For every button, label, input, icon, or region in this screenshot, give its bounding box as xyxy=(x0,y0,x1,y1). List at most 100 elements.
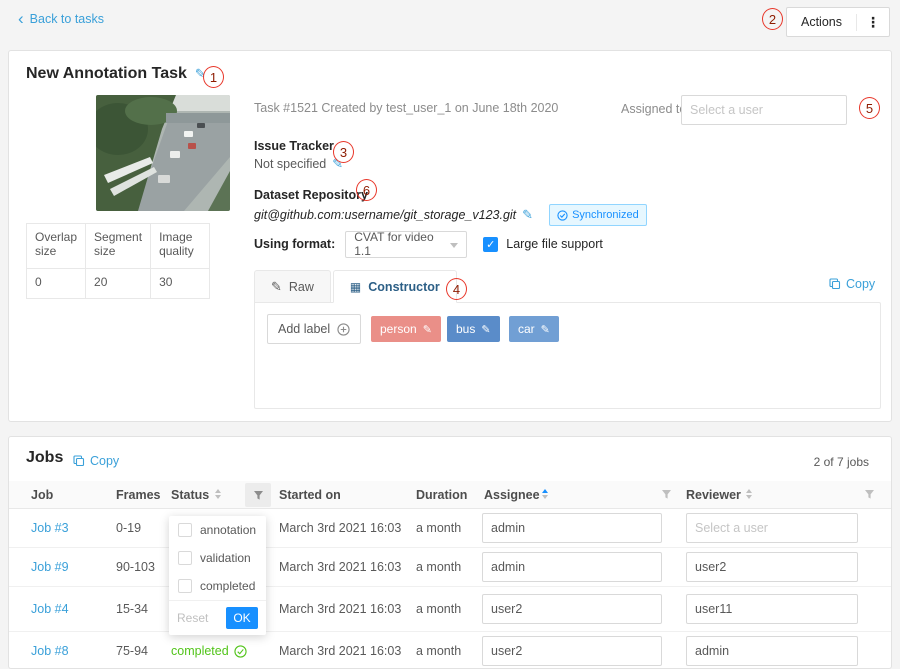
status-filter-button[interactable] xyxy=(245,483,271,507)
validation-checkbox-label: validation xyxy=(200,551,251,565)
column-reviewer: Reviewer xyxy=(686,488,741,502)
issue-tracker-value: Not specified xyxy=(254,157,326,171)
task-params-table: Overlap size Segment size Image quality … xyxy=(26,223,210,299)
copy-icon xyxy=(73,455,85,467)
annotation-checkbox[interactable] xyxy=(178,523,192,537)
job-8-status: completed xyxy=(171,644,247,658)
job-3-reviewer-input[interactable] xyxy=(686,513,858,543)
validation-checkbox[interactable] xyxy=(178,551,192,565)
job-3-link[interactable]: Job #3 xyxy=(31,521,69,535)
job-8-reviewer-input[interactable] xyxy=(686,636,858,666)
task-details-card: New Annotation Task ✎ Overlap size Segme… xyxy=(8,50,892,422)
large-file-support-checkbox[interactable]: ✓ xyxy=(483,237,498,252)
edit-label-person-icon[interactable]: ✎ xyxy=(423,323,432,336)
job-9-duration: a month xyxy=(416,560,461,574)
annotation-marker-1: 1 xyxy=(203,66,224,88)
job-4-duration: a month xyxy=(416,602,461,616)
label-chip-person-name: person xyxy=(380,322,417,336)
job-8-link[interactable]: Job #8 xyxy=(31,644,69,658)
job-9-reviewer-input[interactable] xyxy=(686,552,858,582)
chevron-down-icon xyxy=(450,243,458,248)
task-thumbnail xyxy=(96,95,230,211)
marker-number: 5 xyxy=(866,101,873,116)
edit-label-car-icon[interactable]: ✎ xyxy=(541,323,550,336)
tab-raw[interactable]: ✎ Raw xyxy=(254,270,331,303)
dataset-repository-url: git@github.com:username/git_storage_v123… xyxy=(254,208,516,222)
column-assignee: Assignee xyxy=(484,488,540,502)
using-format-label: Using format: xyxy=(254,237,335,251)
label-chip-car[interactable]: car ✎ xyxy=(509,316,559,342)
filter-funnel-icon xyxy=(864,489,875,500)
reviewer-sort-button[interactable] xyxy=(746,489,752,499)
assignee-sort-button[interactable] xyxy=(542,489,548,499)
edit-label-bus-icon[interactable]: ✎ xyxy=(481,323,490,336)
sync-check-icon xyxy=(557,210,568,221)
param-header-segment: Segment size xyxy=(86,224,151,269)
job-row-3: Job #4 15-34 March 3rd 2021 16:03 a mont… xyxy=(9,587,891,632)
completed-checkbox[interactable] xyxy=(178,579,192,593)
job-9-started: March 3rd 2021 16:03 xyxy=(279,560,401,574)
thumbnail-image xyxy=(96,95,230,211)
jobs-card: Jobs Copy 2 of 7 jobs Job Frames Status … xyxy=(8,436,892,669)
add-label-button[interactable]: Add label xyxy=(267,314,361,344)
job-8-assignee-input[interactable] xyxy=(482,636,662,666)
add-label-button-label: Add label xyxy=(278,322,330,336)
assigned-to-input[interactable] xyxy=(681,95,847,125)
annotation-marker-6: 6 xyxy=(356,179,377,201)
job-4-reviewer-input[interactable] xyxy=(686,594,858,624)
param-header-overlap: Overlap size xyxy=(27,224,86,269)
filter-ok-button[interactable]: OK xyxy=(226,607,258,629)
completed-checkbox-label: completed xyxy=(200,579,255,593)
column-frames: Frames xyxy=(116,488,160,502)
job-3-frames: 0-19 xyxy=(116,521,141,535)
issue-tracker-label: Issue Tracker xyxy=(254,139,334,153)
annotation-checkbox-label: annotation xyxy=(200,523,256,537)
back-to-tasks-link[interactable]: ‹ Back to tasks xyxy=(18,12,104,26)
column-duration: Duration xyxy=(416,488,467,502)
param-header-quality: Image quality xyxy=(151,224,210,269)
reviewer-filter-button[interactable] xyxy=(864,489,875,500)
back-to-tasks-label: Back to tasks xyxy=(30,12,104,26)
edit-repository-icon[interactable]: ✎ xyxy=(522,207,533,223)
kebab-menu-icon[interactable]: ⋮ xyxy=(856,14,889,31)
job-4-assignee-input[interactable] xyxy=(482,594,662,624)
job-3-assignee-input[interactable] xyxy=(482,513,662,543)
filter-reset-button[interactable]: Reset xyxy=(177,611,208,625)
column-started: Started on xyxy=(279,488,341,502)
raw-tab-label: Raw xyxy=(289,280,314,294)
labels-copy-label: Copy xyxy=(846,277,875,291)
chevron-left-icon: ‹ xyxy=(18,13,24,25)
job-9-link[interactable]: Job #9 xyxy=(31,560,69,574)
labels-copy-button[interactable]: Copy xyxy=(829,277,875,291)
constructor-tab-icon: ▦ xyxy=(350,280,361,294)
job-8-frames: 75-94 xyxy=(116,644,148,658)
actions-button[interactable]: Actions ⋮ xyxy=(786,7,890,37)
label-chip-bus-name: bus xyxy=(456,322,475,336)
annotation-marker-4: 4 xyxy=(446,278,467,300)
job-9-frames: 90-103 xyxy=(116,560,155,574)
job-3-duration: a month xyxy=(416,521,461,535)
issue-tracker-value-row: Not specified ✎ xyxy=(254,156,343,172)
annotation-marker-5: 5 xyxy=(859,97,880,119)
column-status: Status xyxy=(171,488,209,502)
job-9-assignee-input[interactable] xyxy=(482,552,662,582)
job-4-link[interactable]: Job #4 xyxy=(31,602,69,616)
job-row-2: Job #9 90-103 March 3rd 2021 16:03 a mon… xyxy=(9,548,891,587)
annotation-marker-3: 3 xyxy=(333,141,354,163)
large-file-support-label: Large file support xyxy=(506,237,603,251)
param-value-segment: 20 xyxy=(86,269,151,299)
label-chip-bus[interactable]: bus ✎ xyxy=(447,316,500,342)
format-select[interactable]: CVAT for video 1.1 xyxy=(345,231,467,258)
filter-option-completed[interactable]: completed xyxy=(169,572,266,600)
status-sort-button[interactable] xyxy=(215,489,221,499)
label-chip-person[interactable]: person ✎ xyxy=(371,316,441,342)
tab-constructor[interactable]: ▦ Constructor xyxy=(333,270,457,303)
constructor-tab-label: Constructor xyxy=(368,280,440,294)
filter-option-validation[interactable]: validation xyxy=(169,544,266,572)
status-filter-dropdown: annotation validation completed Reset OK xyxy=(169,516,266,635)
filter-option-annotation[interactable]: annotation xyxy=(169,516,266,544)
job-8-status-label: completed xyxy=(171,644,229,658)
jobs-copy-button[interactable]: Copy xyxy=(73,454,119,468)
assignee-filter-button[interactable] xyxy=(661,489,672,500)
format-select-value: CVAT for video 1.1 xyxy=(354,230,446,258)
